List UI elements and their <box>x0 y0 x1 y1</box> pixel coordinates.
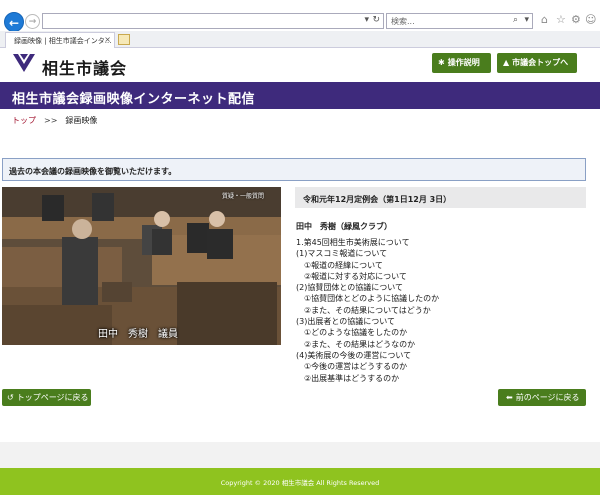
council-top-label: 市議会トップへ <box>512 58 569 67</box>
video-frame-image <box>2 187 281 345</box>
topic-item: 1.第45回相生市美術展について <box>296 238 410 247</box>
topic-item: ②また、その結果についてはどうか <box>296 305 431 315</box>
previous-page-label: 前のページに戻る <box>515 393 580 402</box>
speaker-name: 田中 秀樹（緑風クラブ） <box>296 222 392 231</box>
building-icon: ▲ <box>503 58 510 67</box>
address-bar[interactable]: ▾ ↻ <box>42 13 384 29</box>
browser-toolbar: ← → ▾ ↻ 検索... ⌕ ▾ ⌂ ☆ ⚙ ☺ <box>0 0 600 33</box>
help-button[interactable]: ✱ 操作説明 <box>432 53 491 73</box>
video-player[interactable]: 質疑・一般質問 田中 秀樹 議員 <box>2 187 281 345</box>
city-emblem-icon <box>13 54 35 72</box>
return-arrow-icon: ↺ <box>7 393 14 402</box>
page-banner: 相生市議会録画映像インターネット配信 <box>0 82 600 109</box>
topic-item: ②また、その結果はどうなのか <box>296 339 416 349</box>
favorites-star-icon[interactable]: ☆ <box>556 13 566 26</box>
back-arrow-icon[interactable]: ← <box>4 12 24 32</box>
back-to-top-button[interactable]: ↺ トップページに戻る <box>2 389 91 406</box>
help-button-label: 操作説明 <box>447 58 480 67</box>
search-input[interactable]: 検索... ⌕ ▾ <box>386 13 533 29</box>
gear-icon: ✱ <box>438 58 445 67</box>
search-placeholder: 検索... <box>391 17 415 26</box>
page-title: 相生市議会録画映像インターネット配信 <box>12 92 256 107</box>
topic-item: ①協賛団体とどのように協議したのか <box>296 294 440 304</box>
search-icon[interactable]: ⌕ <box>513 15 518 25</box>
topic-item: (4)美術展の今後の運営について <box>296 350 412 360</box>
breadcrumb-home-link[interactable]: トップ <box>12 116 36 125</box>
topic-item: ②報道に対する対応について <box>296 271 407 281</box>
browser-tab[interactable]: 録画映像 | 相生市議会インタ... × <box>5 32 115 48</box>
topic-item: (2)協賛団体との協議について <box>296 283 404 293</box>
video-caption: 田中 秀樹 議員 <box>98 329 178 340</box>
forward-arrow-icon[interactable]: → <box>25 14 40 29</box>
tab-title: 録画映像 | 相生市議会インタ... <box>14 37 112 45</box>
tab-bar: 録画映像 | 相生市議会インタ... × <box>0 31 600 48</box>
refresh-icon[interactable]: ↻ <box>372 15 380 25</box>
breadcrumb: トップ >> 録画映像 <box>12 115 97 126</box>
search-dropdown-icon[interactable]: ▾ <box>524 15 529 25</box>
topic-item: ①どのような協議をしたのか <box>296 328 408 338</box>
settings-gear-icon[interactable]: ⚙ <box>571 13 581 26</box>
dropdown-icon[interactable]: ▾ <box>364 15 369 25</box>
topic-list: 1.第45回相生市美術展について (1)マスコミ報道について ①報道の経緯につい… <box>296 237 586 384</box>
smiley-icon[interactable]: ☺ <box>585 13 596 26</box>
footer-spacer <box>0 442 600 468</box>
topic-item: ①今後の運営はどうするのか <box>296 362 408 372</box>
topic-item: (1)マスコミ報道について <box>296 249 388 259</box>
back-to-top-label: トップページに戻る <box>16 393 89 402</box>
notice-text: 過去の本会議の録画映像を御覧いただけます。 <box>9 167 177 176</box>
breadcrumb-current: 録画映像 <box>65 116 98 125</box>
copyright-text: Copyright © 2020 相生市議会 All Rights Reserv… <box>220 479 380 487</box>
tab-close-icon[interactable]: × <box>104 35 111 44</box>
breadcrumb-separator: >> <box>44 116 58 125</box>
video-tag: 質疑・一般質問 <box>222 193 265 200</box>
topic-item: (3)出展者との協議について <box>296 317 396 327</box>
session-header: 令和元年12月定例会（第1日12月 3日） <box>295 187 586 208</box>
new-tab-icon[interactable] <box>118 34 130 45</box>
footer: Copyright © 2020 相生市議会 All Rights Reserv… <box>0 468 600 495</box>
home-icon[interactable]: ⌂ <box>541 13 548 26</box>
site-name[interactable]: 相生市議会 <box>42 55 127 79</box>
topic-item: ②出展基準はどうするのか <box>296 373 400 383</box>
left-arrow-icon: ⬅ <box>506 393 513 402</box>
session-title: 令和元年12月定例会（第1日12月 3日） <box>303 195 452 204</box>
previous-page-button[interactable]: ⬅ 前のページに戻る <box>498 389 586 406</box>
topic-item: ①報道の経緯について <box>296 260 383 270</box>
council-top-button[interactable]: ▲ 市議会トップへ <box>497 53 577 73</box>
notice-box: 過去の本会議の録画映像を御覧いただけます。 <box>2 158 586 181</box>
